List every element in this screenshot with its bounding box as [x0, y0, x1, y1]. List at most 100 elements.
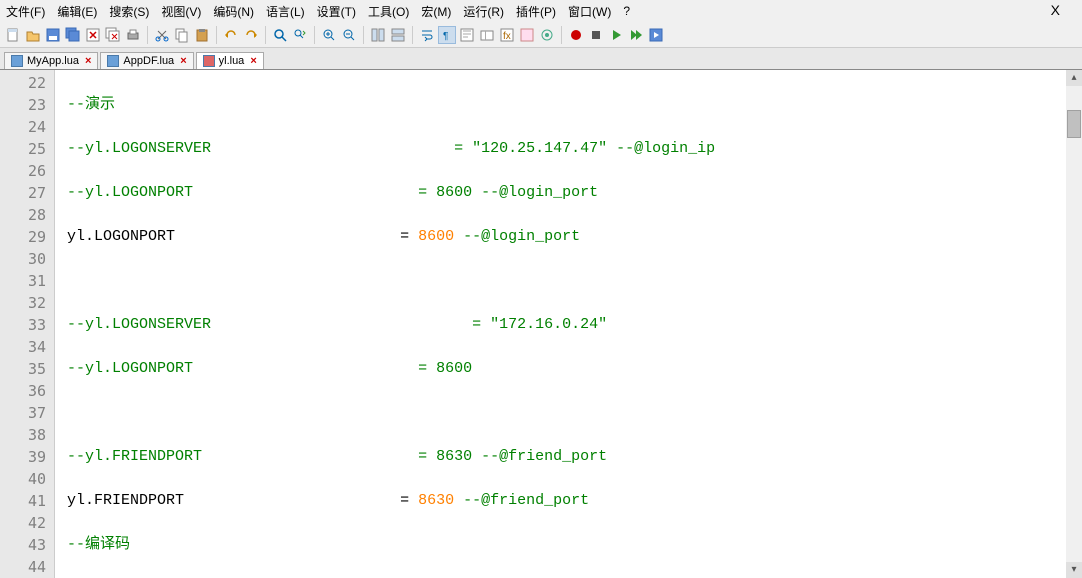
tab-yl[interactable]: yl.lua × [196, 52, 264, 69]
menu-edit[interactable]: 编辑(E) [57, 3, 97, 20]
code-token: = 8600 [193, 360, 472, 377]
line-number: 40 [0, 468, 46, 490]
code-token: --@friend_port [463, 492, 589, 509]
line-number: 38 [0, 424, 46, 446]
find-icon[interactable] [271, 26, 289, 44]
toolbar: ¶ fx [0, 22, 1082, 48]
redo-icon[interactable] [242, 26, 260, 44]
tab-close-icon[interactable]: × [250, 55, 256, 67]
code-token: = "120.25.147.47" --@login_ip [211, 140, 715, 157]
code-token: --演示 [67, 96, 115, 113]
line-number: 39 [0, 446, 46, 468]
editor-area[interactable]: 22 23 24 25 26 27 28 29 30 31 32 33 34 3… [0, 70, 1082, 578]
cut-icon[interactable] [153, 26, 171, 44]
code-token: --yl.LOGONPORT [67, 184, 193, 201]
menu-language[interactable]: 语言(L) [266, 3, 305, 20]
svg-text:¶: ¶ [443, 31, 448, 42]
file-icon [203, 55, 215, 67]
paste-icon[interactable] [193, 26, 211, 44]
code-token: 8630 [409, 492, 463, 509]
close-file-icon[interactable] [84, 26, 102, 44]
show-all-chars-icon[interactable]: ¶ [438, 26, 456, 44]
menu-view[interactable]: 视图(V) [161, 3, 201, 20]
record-macro-icon[interactable] [567, 26, 585, 44]
code-token: = 8630 --@friend_port [202, 448, 607, 465]
stop-macro-icon[interactable] [587, 26, 605, 44]
play-multi-icon[interactable] [627, 26, 645, 44]
zoom-out-icon[interactable] [340, 26, 358, 44]
line-number: 43 [0, 534, 46, 556]
scroll-down-icon[interactable]: ▾ [1066, 562, 1082, 578]
window-close-button[interactable]: X [1051, 2, 1060, 18]
menu-help[interactable]: ? [623, 4, 630, 18]
line-gutter: 22 23 24 25 26 27 28 29 30 31 32 33 34 3… [0, 70, 55, 578]
code-token: --编译码 [67, 536, 130, 553]
line-number: 23 [0, 94, 46, 116]
code-content[interactable]: --演示 --yl.LOGONSERVER = "120.25.147.47" … [55, 70, 1082, 578]
menu-settings[interactable]: 设置(T) [317, 3, 356, 20]
play-macro-icon[interactable] [607, 26, 625, 44]
open-file-icon[interactable] [24, 26, 42, 44]
save-macro-icon[interactable] [647, 26, 665, 44]
indent-guide-icon[interactable] [458, 26, 476, 44]
code-token: yl.FRIENDPORT [67, 492, 184, 509]
tab-label: MyApp.lua [27, 55, 79, 67]
tab-appdf[interactable]: AppDF.lua × [100, 52, 193, 69]
monitoring-icon[interactable] [538, 26, 556, 44]
zoom-in-icon[interactable] [320, 26, 338, 44]
line-number: 44 [0, 556, 46, 578]
undo-icon[interactable] [222, 26, 240, 44]
tab-bar: MyApp.lua × AppDF.lua × yl.lua × [0, 48, 1082, 70]
replace-icon[interactable] [291, 26, 309, 44]
folder-as-workspace-icon[interactable] [478, 26, 496, 44]
code-token: 8600 [409, 228, 463, 245]
save-icon[interactable] [44, 26, 62, 44]
vertical-scrollbar[interactable]: ▴ ▾ [1066, 70, 1082, 578]
line-number: 34 [0, 336, 46, 358]
code-token [184, 492, 400, 509]
tab-label: AppDF.lua [123, 55, 174, 67]
code-token [175, 228, 400, 245]
menu-encoding[interactable]: 编码(N) [213, 3, 254, 20]
new-file-icon[interactable] [4, 26, 22, 44]
svg-text:fx: fx [503, 31, 511, 42]
tab-close-icon[interactable]: × [85, 55, 91, 67]
print-icon[interactable] [124, 26, 142, 44]
code-token: --yl.LOGONSERVER [67, 316, 211, 333]
function-list-icon[interactable]: fx [498, 26, 516, 44]
scroll-thumb[interactable] [1067, 110, 1081, 138]
line-number: 22 [0, 72, 46, 94]
menu-run[interactable]: 运行(R) [463, 3, 504, 20]
line-number: 41 [0, 490, 46, 512]
menu-plugins[interactable]: 插件(P) [516, 3, 556, 20]
line-number: 25 [0, 138, 46, 160]
code-token: = [400, 228, 409, 245]
menu-search[interactable]: 搜索(S) [109, 3, 149, 20]
tab-close-icon[interactable]: × [180, 55, 186, 67]
line-number: 31 [0, 270, 46, 292]
menu-tools[interactable]: 工具(O) [368, 3, 409, 20]
line-number: 35 [0, 358, 46, 380]
scroll-up-icon[interactable]: ▴ [1066, 70, 1082, 86]
menu-window[interactable]: 窗口(W) [568, 3, 611, 20]
line-number: 24 [0, 116, 46, 138]
close-all-icon[interactable] [104, 26, 122, 44]
sync-h-icon[interactable] [389, 26, 407, 44]
menu-bar: 文件(F) 编辑(E) 搜索(S) 视图(V) 编码(N) 语言(L) 设置(T… [0, 0, 1082, 22]
line-number: 29 [0, 226, 46, 248]
sync-v-icon[interactable] [369, 26, 387, 44]
tab-myapp[interactable]: MyApp.lua × [4, 52, 98, 69]
wordwrap-icon[interactable] [418, 26, 436, 44]
code-token: = 8600 --@login_port [193, 184, 598, 201]
file-icon [11, 55, 23, 67]
line-number: 28 [0, 204, 46, 226]
save-all-icon[interactable] [64, 26, 82, 44]
menu-file[interactable]: 文件(F) [6, 3, 45, 20]
tab-label: yl.lua [219, 55, 245, 67]
code-token: --yl.FRIENDPORT [67, 448, 202, 465]
code-token: = "172.16.0.24" [211, 316, 607, 333]
menu-macro[interactable]: 宏(M) [421, 3, 451, 20]
doc-map-icon[interactable] [518, 26, 536, 44]
line-number: 33 [0, 314, 46, 336]
copy-icon[interactable] [173, 26, 191, 44]
